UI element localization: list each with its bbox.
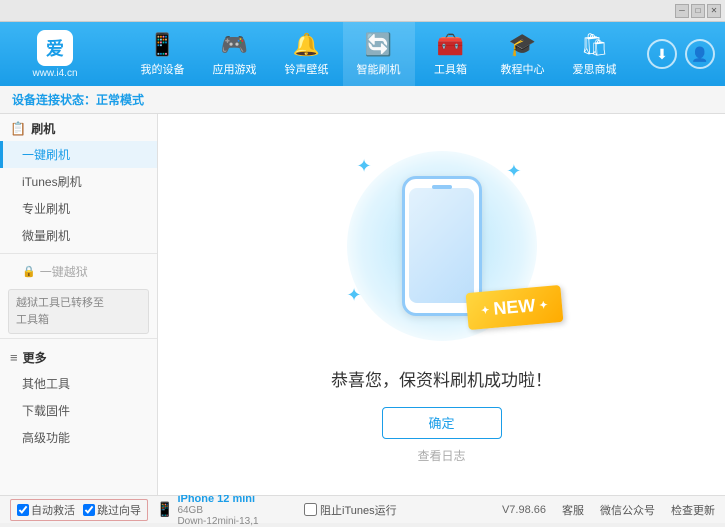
skip-wizard-label: 跳过向导 — [97, 502, 141, 518]
logo[interactable]: 爱 www.i4.cn — [10, 30, 100, 79]
logo-icon: 爱 — [37, 30, 73, 66]
device-details: iPhone 12 mini 64GB Down-12mini-13,1 — [177, 493, 258, 527]
sparkle-icon-1: ✦ — [357, 156, 372, 177]
logo-url: www.i4.cn — [32, 68, 77, 79]
back-link[interactable]: 查看日志 — [417, 447, 465, 464]
title-bar: ─ □ ✕ — [0, 0, 725, 22]
download-button[interactable]: ⬇ — [647, 39, 677, 69]
header-right: ⬇ 👤 — [647, 39, 715, 69]
content-area: ✦ ✦ ✦ NEW 恭喜您，保资料刷机成功啦！ 确定 查看日志 — [158, 114, 725, 495]
version-label: V7.98.66 — [502, 504, 546, 516]
nav-ringtones[interactable]: 🔔 铃声壁纸 — [271, 22, 343, 86]
sidebar-item-one-key-flash[interactable]: 一键刷机 — [0, 141, 157, 168]
sidebar-item-advanced[interactable]: 高级功能 — [0, 424, 157, 451]
nav-smart-flash-label: 智能刷机 — [357, 61, 401, 77]
nav-smart-flash[interactable]: 🔄 智能刷机 — [343, 22, 415, 86]
flash-section-label: 刷机 — [31, 120, 55, 137]
new-badge: NEW — [465, 284, 563, 329]
confirm-button[interactable]: 确定 — [382, 407, 502, 439]
main-nav: 📱 我的设备 🎮 应用游戏 🔔 铃声壁纸 🔄 智能刷机 🧰 工具箱 🎓 教程中心… — [110, 22, 647, 86]
flash-section-icon: 📋 — [10, 121, 26, 137]
stop-itunes-checkbox[interactable]: 阻止iTunes运行 — [304, 502, 397, 518]
ringtones-icon: 🔔 — [293, 32, 320, 58]
auto-rescue-check[interactable] — [17, 504, 29, 516]
sidebar-divider-1 — [0, 253, 157, 254]
user-button[interactable]: 👤 — [685, 39, 715, 69]
main-layout: 📋 刷机 一键刷机 iTunes刷机 专业刷机 微量刷机 🔒 一键越狱 越狱工具… — [0, 114, 725, 495]
customer-service-link[interactable]: 客服 — [562, 502, 584, 518]
sidebar-section-more: ≡ 更多 — [0, 343, 157, 370]
bottom-bar: 自动救活 跳过向导 📱 iPhone 12 mini 64GB Down-12m… — [0, 495, 725, 523]
nav-tutorial[interactable]: 🎓 教程中心 — [487, 22, 559, 86]
nav-store[interactable]: 🛍 爱思商城 — [559, 22, 631, 86]
nav-ringtones-label: 铃声壁纸 — [285, 61, 329, 77]
sidebar-jailbreak-locked: 🔒 一键越狱 — [0, 258, 157, 285]
nav-my-device-label: 我的设备 — [141, 61, 185, 77]
skip-wizard-checkbox[interactable]: 跳过向导 — [83, 502, 141, 518]
phone-illustration: ✦ ✦ ✦ NEW — [342, 146, 542, 346]
window-controls[interactable]: ─ □ ✕ — [675, 4, 721, 18]
tutorial-icon: 🎓 — [509, 32, 536, 58]
device-model: Down-12mini-13,1 — [177, 516, 258, 527]
sidebar-item-other-tools[interactable]: 其他工具 — [0, 370, 157, 397]
checkbox-area: 自动救活 跳过向导 — [10, 499, 148, 521]
phone-notch — [432, 185, 452, 189]
auto-rescue-label: 自动救活 — [31, 502, 75, 518]
wechat-public-link[interactable]: 微信公众号 — [600, 502, 655, 518]
nav-toolbox-label: 工具箱 — [434, 61, 467, 77]
nav-apps-games[interactable]: 🎮 应用游戏 — [199, 22, 271, 86]
stop-itunes-check[interactable] — [304, 503, 317, 516]
sidebar: 📋 刷机 一键刷机 iTunes刷机 专业刷机 微量刷机 🔒 一键越狱 越狱工具… — [0, 114, 158, 495]
auto-rescue-checkbox[interactable]: 自动救活 — [17, 502, 75, 518]
nav-toolbox[interactable]: 🧰 工具箱 — [415, 22, 487, 86]
status-prefix: 设备连接状态： — [12, 91, 96, 108]
sidebar-item-download-firmware[interactable]: 下载固件 — [0, 397, 157, 424]
device-storage: 64GB — [177, 505, 258, 516]
more-section-label: 更多 — [23, 349, 47, 366]
sidebar-divider-2 — [0, 338, 157, 339]
check-update-link[interactable]: 检查更新 — [671, 502, 715, 518]
sidebar-item-micro-flash[interactable]: 微量刷机 — [0, 222, 157, 249]
sidebar-section-flash: 📋 刷机 — [0, 114, 157, 141]
nav-apps-games-label: 应用游戏 — [213, 61, 257, 77]
nav-tutorial-label: 教程中心 — [501, 61, 545, 77]
apps-games-icon: 🎮 — [221, 32, 248, 58]
sparkle-icon-3: ✦ — [347, 285, 362, 306]
nav-store-label: 爱思商城 — [573, 61, 617, 77]
sparkle-icon-2: ✦ — [506, 161, 521, 182]
my-device-icon: 📱 — [149, 32, 176, 58]
sidebar-item-pro-flash[interactable]: 专业刷机 — [0, 195, 157, 222]
jailbreak-label: 一键越狱 — [40, 263, 88, 280]
phone-screen — [409, 188, 474, 303]
stop-itunes-label: 阻止iTunes运行 — [320, 502, 397, 518]
skip-wizard-check[interactable] — [83, 504, 95, 516]
status-bar: 设备连接状态： 正常模式 — [0, 86, 725, 114]
more-section-icon: ≡ — [10, 350, 18, 365]
success-message: 恭喜您，保资料刷机成功啦！ — [331, 366, 552, 391]
smart-flash-icon: 🔄 — [365, 32, 392, 58]
store-icon: 🛍 — [581, 32, 609, 58]
header: 爱 www.i4.cn 📱 我的设备 🎮 应用游戏 🔔 铃声壁纸 🔄 智能刷机 … — [0, 22, 725, 86]
bottom-right-area: V7.98.66 客服 微信公众号 检查更新 — [502, 502, 715, 518]
sidebar-item-itunes-flash[interactable]: iTunes刷机 — [0, 168, 157, 195]
status-value: 正常模式 — [96, 91, 144, 108]
nav-my-device[interactable]: 📱 我的设备 — [127, 22, 199, 86]
device-phone-icon: 📱 — [156, 501, 173, 518]
jailbreak-notice: 越狱工具已转移至 工具箱 — [8, 289, 149, 334]
maximize-button[interactable]: □ — [691, 4, 705, 18]
close-button[interactable]: ✕ — [707, 4, 721, 18]
lock-icon: 🔒 — [22, 265, 36, 278]
toolbox-icon: 🧰 — [437, 32, 464, 58]
minimize-button[interactable]: ─ — [675, 4, 689, 18]
device-info-area: 📱 iPhone 12 mini 64GB Down-12mini-13,1 — [156, 493, 296, 527]
